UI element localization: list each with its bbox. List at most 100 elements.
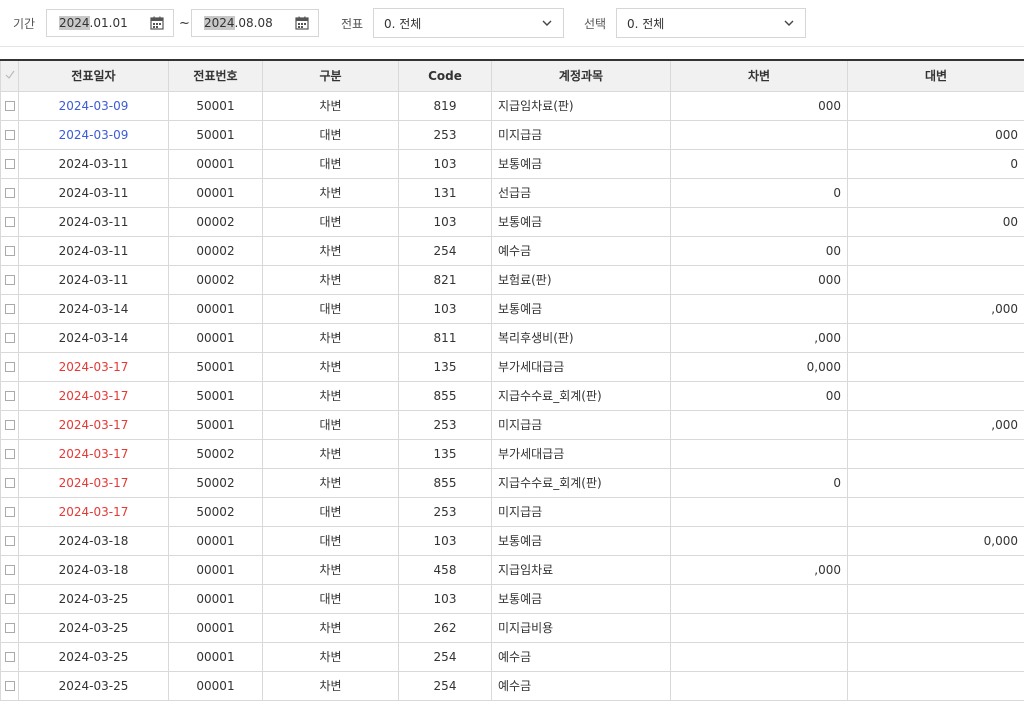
checkbox[interactable] bbox=[4, 420, 15, 430]
table-row[interactable]: 2024-03-25 00001 대변 103 보통예금 bbox=[0, 583, 1024, 614]
table-row[interactable]: 2024-03-17 50002 차변 855 지급수수료_회계(판) 0 bbox=[0, 467, 1024, 498]
row-type: 대변 bbox=[262, 293, 399, 324]
row-type: 차변 bbox=[262, 90, 399, 121]
row-checkbox[interactable] bbox=[0, 293, 19, 324]
table-row[interactable]: 2024-03-11 00002 차변 821 보험료(판) 000 bbox=[0, 264, 1024, 295]
row-checkbox[interactable] bbox=[0, 148, 19, 179]
selection-select-value: 0. 전체 bbox=[627, 16, 665, 31]
header-type[interactable]: 구분 bbox=[262, 59, 399, 92]
row-checkbox[interactable] bbox=[0, 322, 19, 353]
table-row[interactable]: 2024-03-17 50001 차변 855 지급수수료_회계(판) 00 bbox=[0, 380, 1024, 411]
checkbox[interactable] bbox=[4, 681, 15, 691]
table-row[interactable]: 2024-03-18 00001 대변 103 보통예금 0,000 bbox=[0, 525, 1024, 556]
row-date: 2024-03-11 bbox=[18, 177, 169, 208]
row-type: 차변 bbox=[262, 322, 399, 353]
table-row[interactable]: 2024-03-17 50002 차변 135 부가세대급금 bbox=[0, 438, 1024, 469]
row-account: 지급임차료 bbox=[491, 554, 671, 585]
row-type: 차변 bbox=[262, 351, 399, 382]
row-checkbox[interactable] bbox=[0, 119, 19, 150]
table-row[interactable]: 2024-03-18 00001 차변 458 지급임차료 ,000 bbox=[0, 554, 1024, 585]
checkbox[interactable] bbox=[4, 449, 15, 459]
checkbox[interactable] bbox=[4, 652, 15, 662]
row-date: 2024-03-11 bbox=[18, 206, 169, 237]
checkbox[interactable] bbox=[4, 391, 15, 401]
row-credit bbox=[847, 438, 1024, 469]
calendar-icon[interactable] bbox=[149, 15, 165, 31]
checkbox[interactable] bbox=[4, 565, 15, 575]
table-row[interactable]: 2024-03-17 50001 대변 253 미지급금 ,000 bbox=[0, 409, 1024, 440]
row-checkbox[interactable] bbox=[0, 380, 19, 411]
row-account: 보험료(판) bbox=[491, 264, 671, 295]
start-date-year: 2024 bbox=[59, 16, 90, 30]
end-date-field[interactable]: 2024.08.08 bbox=[191, 9, 319, 37]
checkbox[interactable] bbox=[4, 623, 15, 633]
row-voucher-no: 00001 bbox=[168, 177, 263, 208]
header-code[interactable]: Code bbox=[398, 59, 492, 92]
checkbox[interactable] bbox=[4, 304, 15, 314]
row-account: 미지급비용 bbox=[491, 612, 671, 643]
row-debit: 00 bbox=[670, 380, 848, 411]
row-checkbox[interactable] bbox=[0, 438, 19, 469]
calendar-icon[interactable] bbox=[294, 15, 310, 31]
checkbox[interactable] bbox=[4, 333, 15, 343]
checkbox[interactable] bbox=[4, 507, 15, 517]
checkbox[interactable] bbox=[4, 217, 15, 227]
row-checkbox[interactable] bbox=[0, 235, 19, 266]
row-checkbox[interactable] bbox=[0, 90, 19, 121]
table-row[interactable]: 2024-03-25 00001 차변 254 예수금 bbox=[0, 670, 1024, 701]
table-body: 2024-03-09 50001 차변 819 지급임차료(판) 000 2024-03-0… bbox=[0, 90, 1024, 701]
table-row[interactable]: 2024-03-17 50002 대변 253 미지급금 bbox=[0, 496, 1024, 527]
row-voucher-no: 00002 bbox=[168, 235, 263, 266]
row-credit bbox=[847, 351, 1024, 382]
row-credit bbox=[847, 264, 1024, 295]
voucher-select[interactable]: 0. 전체 bbox=[373, 8, 564, 38]
row-code: 135 bbox=[398, 351, 492, 382]
checkbox[interactable] bbox=[4, 478, 15, 488]
table-row[interactable]: 2024-03-17 50001 차변 135 부가세대급금 0,000 bbox=[0, 351, 1024, 382]
checkbox[interactable] bbox=[4, 101, 15, 111]
checkbox[interactable] bbox=[4, 159, 15, 169]
checkbox[interactable] bbox=[4, 188, 15, 198]
row-checkbox[interactable] bbox=[0, 496, 19, 527]
table-row[interactable]: 2024-03-14 00001 대변 103 보통예금 ,000 bbox=[0, 293, 1024, 324]
header-credit[interactable]: 대변 bbox=[847, 59, 1024, 92]
table-row[interactable]: 2024-03-11 00002 차변 254 예수금 00 bbox=[0, 235, 1024, 266]
row-checkbox[interactable] bbox=[0, 583, 19, 614]
checkbox[interactable] bbox=[4, 362, 15, 372]
row-checkbox[interactable] bbox=[0, 206, 19, 237]
row-checkbox[interactable] bbox=[0, 264, 19, 295]
row-voucher-no: 00001 bbox=[168, 525, 263, 556]
checkbox[interactable] bbox=[4, 246, 15, 256]
table-row[interactable]: 2024-03-09 50001 대변 253 미지급금 000 bbox=[0, 119, 1024, 150]
row-checkbox[interactable] bbox=[0, 554, 19, 585]
table-row[interactable]: 2024-03-11 00001 차변 131 선급금 0 bbox=[0, 177, 1024, 208]
row-checkbox[interactable] bbox=[0, 525, 19, 556]
row-type: 차변 bbox=[262, 438, 399, 469]
checkbox[interactable] bbox=[4, 130, 15, 140]
table-row[interactable]: 2024-03-25 00001 차변 262 미지급비용 bbox=[0, 612, 1024, 643]
checkbox[interactable] bbox=[4, 275, 15, 285]
row-checkbox[interactable] bbox=[0, 670, 19, 701]
table-row[interactable]: 2024-03-11 00002 대변 103 보통예금 00 bbox=[0, 206, 1024, 237]
table-row[interactable]: 2024-03-09 50001 차변 819 지급임차료(판) 000 bbox=[0, 90, 1024, 121]
checkbox[interactable] bbox=[4, 536, 15, 546]
selection-select[interactable]: 0. 전체 bbox=[616, 8, 806, 38]
row-date: 2024-03-25 bbox=[18, 583, 169, 614]
table-row[interactable]: 2024-03-14 00001 차변 811 복리후생비(판) ,000 bbox=[0, 322, 1024, 353]
table-row[interactable]: 2024-03-25 00001 차변 254 예수금 bbox=[0, 641, 1024, 672]
table-row[interactable]: 2024-03-11 00001 대변 103 보통예금 0 bbox=[0, 148, 1024, 179]
row-checkbox[interactable] bbox=[0, 467, 19, 498]
start-date-field[interactable]: 2024.01.01 bbox=[46, 9, 174, 37]
header-voucher-no[interactable]: 전표번호 bbox=[168, 59, 263, 92]
header-account[interactable]: 계정과목 bbox=[491, 59, 671, 92]
select-all-checkbox[interactable] bbox=[0, 59, 19, 92]
row-date: 2024-03-11 bbox=[18, 264, 169, 295]
row-checkbox[interactable] bbox=[0, 612, 19, 643]
header-debit[interactable]: 차변 bbox=[670, 59, 848, 92]
row-checkbox[interactable] bbox=[0, 409, 19, 440]
header-date[interactable]: 전표일자 bbox=[18, 59, 169, 92]
checkbox[interactable] bbox=[4, 594, 15, 604]
row-checkbox[interactable] bbox=[0, 351, 19, 382]
row-checkbox[interactable] bbox=[0, 177, 19, 208]
row-checkbox[interactable] bbox=[0, 641, 19, 672]
